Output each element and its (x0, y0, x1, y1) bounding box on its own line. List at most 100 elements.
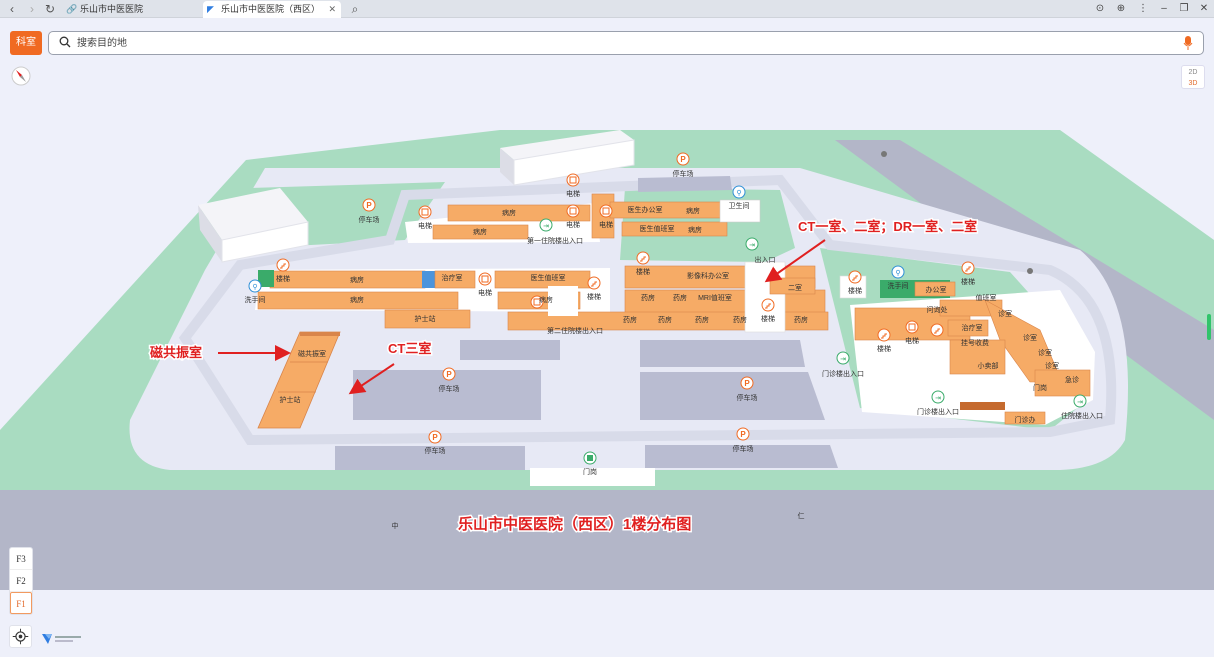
view-mode-toggle[interactable]: 2D 3D (1181, 65, 1205, 89)
parking-icon[interactable]: P (740, 376, 754, 390)
elevator-icon[interactable] (566, 204, 580, 218)
label-outpatient-entrance: 门诊楼出入口 (822, 369, 864, 378)
elevator-icon[interactable] (566, 173, 580, 187)
label-consult: 诊室 (998, 309, 1012, 318)
label-ward-entrance: 第一住院楼出入口 (527, 236, 583, 245)
label-stairs: 楼梯 (961, 277, 975, 286)
svg-text:P: P (446, 370, 452, 379)
parking-lot (460, 340, 560, 360)
label-elevator: 电梯 (566, 189, 580, 198)
parking-icon[interactable]: P (736, 427, 750, 441)
svg-text:⇥: ⇥ (749, 242, 755, 249)
search-input[interactable] (77, 35, 1157, 51)
exit-icon[interactable]: ⇥ (539, 218, 553, 232)
label-parking: 停车场 (737, 393, 758, 402)
label-consult: 诊室 (1045, 361, 1059, 370)
exit-icon[interactable]: ⇥ (1073, 394, 1087, 408)
svg-text:⚲: ⚲ (736, 190, 741, 197)
floor-f2[interactable]: F2 (10, 570, 32, 592)
svg-text:P: P (744, 379, 750, 388)
toilet-icon[interactable]: ⚲ (891, 265, 905, 279)
exit-icon[interactable]: ⇥ (836, 351, 850, 365)
parking-icon[interactable]: P (362, 198, 376, 212)
label-stairs: 楼梯 (877, 344, 891, 353)
svg-text:⚲: ⚲ (895, 270, 900, 277)
label-treatment: 治疗室 (962, 323, 983, 332)
exit-icon[interactable]: ⇥ (745, 237, 759, 251)
svg-text:⚲: ⚲ (252, 284, 257, 291)
svg-text:P: P (740, 430, 746, 439)
svg-text:P: P (680, 155, 686, 164)
stairs-icon[interactable] (848, 270, 862, 284)
label-emergency: 急诊 (1065, 375, 1079, 384)
parking-icon[interactable]: P (442, 367, 456, 381)
stairs-icon[interactable] (877, 328, 891, 342)
toilet-icon[interactable]: ⚲ (732, 185, 746, 199)
label-inquiry: 问询处 (927, 305, 948, 314)
label-ward: 病房 (688, 225, 702, 234)
gate-icon[interactable] (583, 451, 597, 465)
map-title: 乐山市中医医院（西区）1楼分布图 (458, 515, 691, 533)
elevator-icon[interactable] (478, 272, 492, 286)
label-office2: 门诊办 (1015, 415, 1036, 424)
department-button[interactable]: 科室 (10, 31, 42, 55)
label-ct-room2: 二室 (788, 283, 802, 292)
elevator-icon[interactable] (599, 204, 613, 218)
label-toilet: 卫生间 (729, 201, 750, 210)
locate-icon[interactable] (9, 625, 32, 648)
parking-lot (640, 340, 805, 367)
exit-icon[interactable]: ⇥ (931, 390, 945, 404)
floor-map[interactable]: P P P P P P ⚲ ⚲ ⚲ ⇥ ⇥ ⇥ ⇥ ⇥ 停车场 停车场 停车场 … (0, 0, 1214, 657)
label-mri-room: 磁共振室 (298, 349, 326, 358)
zoom-indicator[interactable] (1207, 314, 1211, 340)
stairs-icon[interactable] (587, 276, 601, 290)
label-nurse-station: 护士站 (415, 314, 436, 323)
label-ward: 病房 (502, 208, 516, 217)
label-ward: 病房 (350, 275, 364, 284)
label-ward-entrance: 第二住院楼出入口 (547, 326, 603, 335)
label-elevator: 电梯 (566, 220, 580, 229)
label-toilet: 洗手间 (245, 295, 266, 304)
label-ward: 病房 (539, 295, 553, 304)
parking-icon[interactable]: P (428, 430, 442, 444)
label-elevator: 电梯 (599, 220, 613, 229)
view-3d-label: 3D (1188, 80, 1198, 87)
label-pharmacy: 药房 (623, 315, 637, 324)
stairs-icon[interactable] (276, 258, 290, 272)
elevator-icon[interactable] (418, 205, 432, 219)
view-2d-label: 2D (1188, 69, 1198, 76)
label-doctor-office: 医生办公室 (628, 205, 663, 214)
label-gate: 门岗 (1033, 383, 1047, 392)
stairs-icon[interactable] (761, 298, 775, 312)
label-parking: 停车场 (359, 215, 380, 224)
label-nurse-station: 护士站 (280, 395, 301, 404)
parking-icon[interactable]: P (676, 152, 690, 166)
stairs-icon[interactable] (930, 323, 944, 337)
app-root: ‹ › ↻ 🔗 乐山市中医医院 ◤ 乐山市中医医院（西区） ✕ ⌕ ⊙ ⊕ ⋮ … (0, 0, 1214, 657)
annotation-ct-dr: CT一室、二室；DR一室、二室 (798, 219, 977, 235)
label-ward: 病房 (473, 227, 487, 236)
elevator-icon[interactable] (905, 320, 919, 334)
svg-text:⇥: ⇥ (840, 356, 846, 363)
label-pharmacy: 药房 (794, 315, 808, 324)
microphone-icon[interactable] (1183, 35, 1193, 51)
stairs-icon[interactable] (961, 261, 975, 275)
svg-text:⇥: ⇥ (935, 395, 941, 402)
search-bar[interactable] (48, 31, 1204, 55)
label-pharmacy: 药房 (658, 315, 672, 324)
annotation-ct3: CT三室 (388, 341, 431, 356)
stairs-icon[interactable] (636, 251, 650, 265)
parking-lot (640, 372, 825, 420)
label-stairs: 楼梯 (848, 286, 862, 295)
label-elevator: 电梯 (418, 221, 432, 230)
floor-f1[interactable]: F1 (10, 592, 32, 614)
label-parking: 停车场 (733, 444, 754, 453)
parking-lot (638, 176, 732, 192)
label-parking: 停车场 (425, 446, 446, 455)
toilet-icon[interactable]: ⚲ (248, 279, 262, 293)
label-ward: 病房 (686, 206, 700, 215)
road-bottom (0, 490, 1214, 590)
compass-icon[interactable] (11, 66, 31, 86)
label-ward: 病房 (350, 295, 364, 304)
floor-f3[interactable]: F3 (10, 548, 32, 570)
